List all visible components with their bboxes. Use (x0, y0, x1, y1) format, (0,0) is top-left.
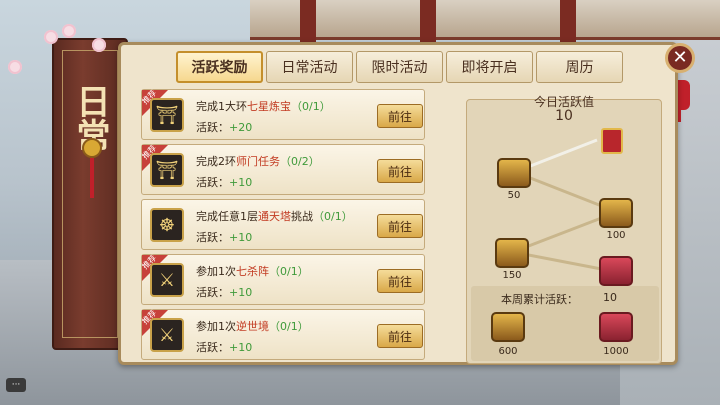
task-row: ☸ 完成任意1层通天塔挑战（0/1） 活跃：+10 前往 (141, 199, 425, 250)
task-title-suffix: 挑战 (291, 210, 313, 223)
task-title: 参加1次逆世境（0/1） (196, 318, 309, 334)
task-name: 七杀阵 (236, 265, 269, 278)
task-title: 完成2环师门任务（0/2） (196, 153, 320, 169)
task-title-text: 参加1次 (196, 265, 236, 278)
task-row: 推荐 ⛩ 完成2环师门任务（0/2） 活跃：+10 前往 (141, 143, 425, 195)
daily-banner: 日常 (52, 38, 128, 350)
task-progress: （0/2） (280, 155, 320, 168)
activity-value: +10 (229, 231, 253, 244)
task-row: 推荐 ⚔ 参加1次七杀阵（0/1） 活跃：+10 前往 (141, 253, 425, 305)
treasure-chest-icon[interactable] (497, 158, 531, 188)
task-title-text: 完成2环 (196, 155, 236, 168)
crossed-swords-icon: ⚔ (150, 263, 184, 297)
tab-weekly-calendar[interactable]: 周历 (536, 51, 623, 83)
go-button[interactable]: 前往 (377, 159, 423, 183)
activity-label: 活跃： (196, 341, 229, 354)
task-list[interactable]: 推荐 ⛩ 完成1大环七星炼宝（0/1） 活跃：+20 前往 推荐 ⛩ 完成2环师… (141, 89, 425, 365)
task-title-text: 完成任意1层 (196, 210, 258, 223)
task-progress: （0/1） (269, 320, 309, 333)
milestone-label: 100 (606, 230, 626, 241)
weekly-milestone-label: 1000 (603, 346, 629, 357)
task-activity: 活跃：+10 (196, 284, 252, 300)
weekly-label: 本周累计活跃： (501, 293, 578, 306)
task-title-text: 参加1次 (196, 320, 236, 333)
task-row: 推荐 ⛩ 完成1大环七星炼宝（0/1） 活跃：+20 前往 (141, 89, 425, 140)
task-activity: 活跃：+20 (196, 119, 252, 135)
task-row: 推荐 ⚔ 参加1次逆世境（0/1） 活跃：+10 前往 (141, 308, 425, 360)
roof (250, 0, 720, 40)
task-name: 逆世境 (236, 320, 269, 333)
activity-label: 活跃： (196, 231, 229, 244)
crossed-swords-icon: ⚔ (150, 318, 184, 352)
tab-upcoming[interactable]: 即将开启 (446, 51, 533, 83)
weekly-milestone-label: 600 (498, 346, 518, 357)
go-button[interactable]: 前往 (377, 104, 423, 128)
go-button[interactable]: 前往 (377, 324, 423, 348)
task-title: 完成1大环七星炼宝（0/1） (196, 98, 331, 114)
tab-daily-activities[interactable]: 日常活动 (266, 51, 353, 83)
treasure-chest-icon[interactable] (599, 312, 633, 342)
shrine-icon: ⛩ (150, 98, 184, 132)
task-title-text: 完成1大环 (196, 100, 247, 113)
task-progress: （0/1） (269, 265, 309, 278)
go-button[interactable]: 前往 (377, 214, 423, 238)
task-title: 完成任意1层通天塔挑战（0/1） (196, 208, 353, 224)
activity-map: 今日活跃值 10 50 100 150 200 本周累计活跃： 10 600 1… (466, 95, 662, 364)
milestone-label: 50 (507, 190, 521, 201)
activity-label: 活跃： (196, 176, 229, 189)
activity-label: 活跃： (196, 286, 229, 299)
task-activity: 活跃：+10 (196, 229, 252, 245)
activity-label: 活跃： (196, 121, 229, 134)
treasure-chest-icon[interactable] (491, 312, 525, 342)
flag-icon (601, 128, 623, 154)
blossom-icon (8, 60, 22, 74)
tassel-icon (90, 158, 94, 198)
blossom-icon (62, 24, 76, 38)
milestone-label: 150 (502, 270, 522, 281)
activity-value: +10 (229, 286, 253, 299)
tower-icon: ☸ (150, 208, 184, 242)
task-name: 七星炼宝 (247, 100, 291, 113)
treasure-chest-icon[interactable] (599, 198, 633, 228)
weekly-value: 10 (603, 291, 617, 304)
daily-panel: 活跃奖励 日常活动 限时活动 即将开启 周历 ✕ 推荐 ⛩ 完成1大环七星炼宝（… (118, 42, 695, 365)
shrine-icon: ⛩ (150, 153, 184, 187)
close-button[interactable]: ✕ (665, 43, 695, 73)
task-activity: 活跃：+10 (196, 339, 252, 355)
close-icon: ✕ (672, 47, 688, 68)
treasure-chest-icon[interactable] (599, 256, 633, 286)
task-activity: 活跃：+10 (196, 174, 252, 190)
go-button[interactable]: 前往 (377, 269, 423, 293)
blossom-icon (92, 38, 106, 52)
tab-bar: 活跃奖励 日常活动 限时活动 即将开启 周历 (176, 51, 623, 83)
task-name: 师门任务 (236, 155, 280, 168)
coin-knot-icon (82, 138, 102, 158)
activity-value: +10 (229, 176, 253, 189)
task-title: 参加1次七杀阵（0/1） (196, 263, 309, 279)
task-progress: （0/1） (291, 100, 331, 113)
tab-activity-reward[interactable]: 活跃奖励 (176, 51, 263, 83)
weekly-section: 本周累计活跃： 10 600 1000 (471, 286, 659, 361)
chat-icon[interactable]: ··· (6, 378, 26, 392)
activity-value: +20 (229, 121, 253, 134)
tab-limited-events[interactable]: 限时活动 (356, 51, 443, 83)
treasure-chest-icon[interactable] (495, 238, 529, 268)
tassel-icon (678, 108, 681, 122)
activity-value: +10 (229, 341, 253, 354)
task-progress: （0/1） (313, 210, 353, 223)
task-name: 通天塔 (258, 210, 291, 223)
blossom-icon (44, 30, 58, 44)
